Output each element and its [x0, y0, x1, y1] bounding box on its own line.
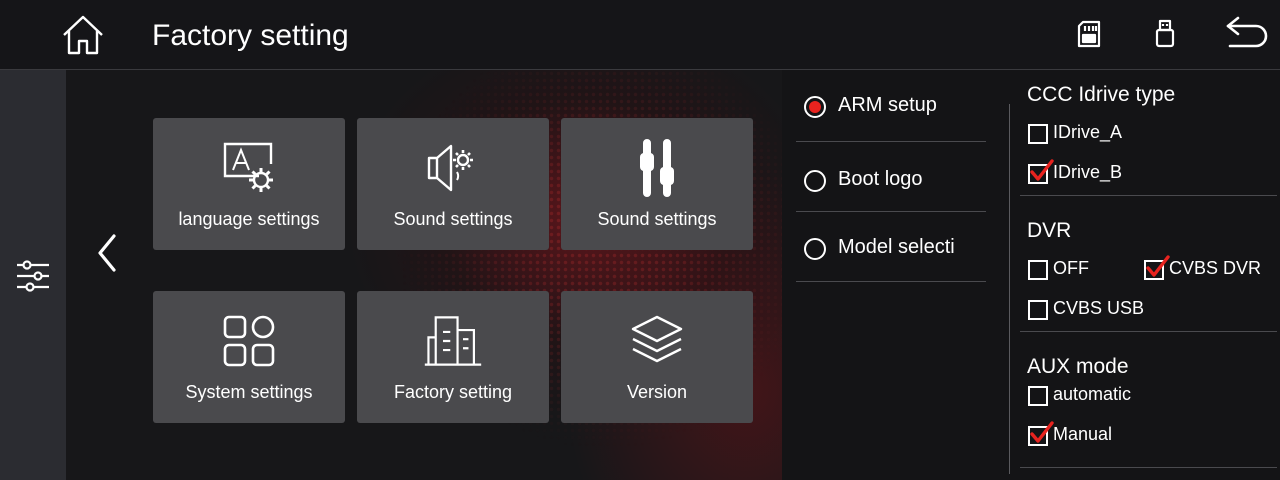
settings-panel: language settings Sound settings Sound s… — [66, 70, 782, 480]
section-title-aux: AUX mode — [1027, 355, 1129, 378]
tile-sound-equalizer[interactable]: Sound settings — [561, 118, 753, 250]
page-title: Factory setting — [152, 19, 349, 52]
divider — [1020, 195, 1277, 196]
radio-selected[interactable] — [804, 96, 826, 118]
setup-menu: ARM setup Boot logo Model selecti — [782, 70, 1009, 480]
menu-item-label: Model selecti — [838, 236, 955, 258]
checkbox-label: automatic — [1053, 384, 1132, 404]
checkbox-dvr-off[interactable] — [1028, 260, 1048, 280]
checkbox-label: IDrive_A — [1053, 122, 1123, 142]
options-panel: CCC Idrive type IDrive_A IDrive_B DVR OF… — [1010, 70, 1280, 480]
checkbox-label: CVBS USB — [1053, 298, 1145, 318]
checkbox-label: IDrive_B — [1053, 162, 1123, 182]
divider — [796, 281, 986, 282]
menu-item-arm-setup[interactable]: ARM setup — [782, 71, 987, 141]
checkbox-cvbs-dvr[interactable] — [1144, 255, 1170, 280]
tile-label: Version — [626, 382, 688, 402]
back-button[interactable] — [1220, 14, 1270, 54]
tile-version[interactable]: Version — [561, 291, 753, 423]
checkbox-label: OFF — [1053, 258, 1089, 278]
menu-item-model-selection[interactable]: Model selecti — [782, 213, 987, 283]
tile-label: System settings — [185, 382, 313, 402]
equalizer-icon — [640, 139, 674, 197]
divider — [796, 141, 986, 142]
home-button[interactable] — [60, 13, 106, 57]
language-gear-icon — [223, 142, 273, 192]
sd-card-button[interactable] — [1074, 18, 1104, 50]
checkmark-icon — [1030, 421, 1054, 443]
checkbox-idrive-b[interactable] — [1028, 159, 1054, 184]
sd-card-icon — [1077, 20, 1101, 48]
tile-label: Sound settings — [393, 209, 513, 229]
apps-grid-icon — [223, 315, 275, 367]
tile-label: language settings — [178, 209, 320, 229]
checkbox-label: CVBS DVR — [1169, 258, 1262, 278]
menu-item-boot-logo[interactable]: Boot logo — [782, 145, 987, 215]
sliders-button[interactable] — [14, 258, 52, 294]
factory-building-icon — [424, 316, 482, 366]
tile-factory-setting[interactable]: Factory setting — [357, 291, 549, 423]
menu-item-label: ARM setup — [838, 94, 937, 116]
tile-sound-settings[interactable]: Sound settings — [357, 118, 549, 250]
checkmark-icon — [1030, 159, 1054, 181]
radio-unselected[interactable] — [804, 238, 826, 260]
menu-item-label: Boot logo — [838, 168, 923, 190]
chevron-left-icon — [98, 234, 116, 272]
section-title-dvr: DVR — [1027, 219, 1072, 242]
layers-icon — [631, 315, 683, 363]
checkbox-cvbs-usb[interactable] — [1028, 300, 1048, 320]
back-arrow-icon — [1226, 16, 1268, 48]
usb-button[interactable] — [1152, 18, 1178, 50]
tile-label: Factory setting — [393, 382, 513, 402]
divider — [1020, 467, 1277, 468]
tile-label: Sound settings — [597, 209, 717, 229]
tile-language-settings[interactable]: language settings — [153, 118, 345, 250]
checkbox-aux-manual[interactable] — [1028, 421, 1054, 446]
speaker-gear-icon — [427, 144, 473, 192]
checkbox-label: Manual — [1053, 424, 1113, 444]
section-title-idrive: CCC Idrive type — [1027, 83, 1176, 106]
header-bar: Factory setting — [0, 0, 1280, 70]
tile-system-settings[interactable]: System settings — [153, 291, 345, 423]
left-sidebar — [0, 70, 66, 480]
divider — [1020, 331, 1277, 332]
home-icon — [63, 15, 103, 55]
checkbox-aux-automatic[interactable] — [1028, 386, 1048, 406]
checkmark-icon — [1146, 255, 1170, 277]
usb-icon — [1155, 19, 1175, 48]
divider — [796, 211, 986, 212]
checkbox-idrive-a[interactable] — [1028, 124, 1048, 144]
previous-page-button[interactable] — [94, 232, 120, 274]
radio-unselected[interactable] — [804, 170, 826, 192]
sliders-icon — [17, 260, 49, 292]
